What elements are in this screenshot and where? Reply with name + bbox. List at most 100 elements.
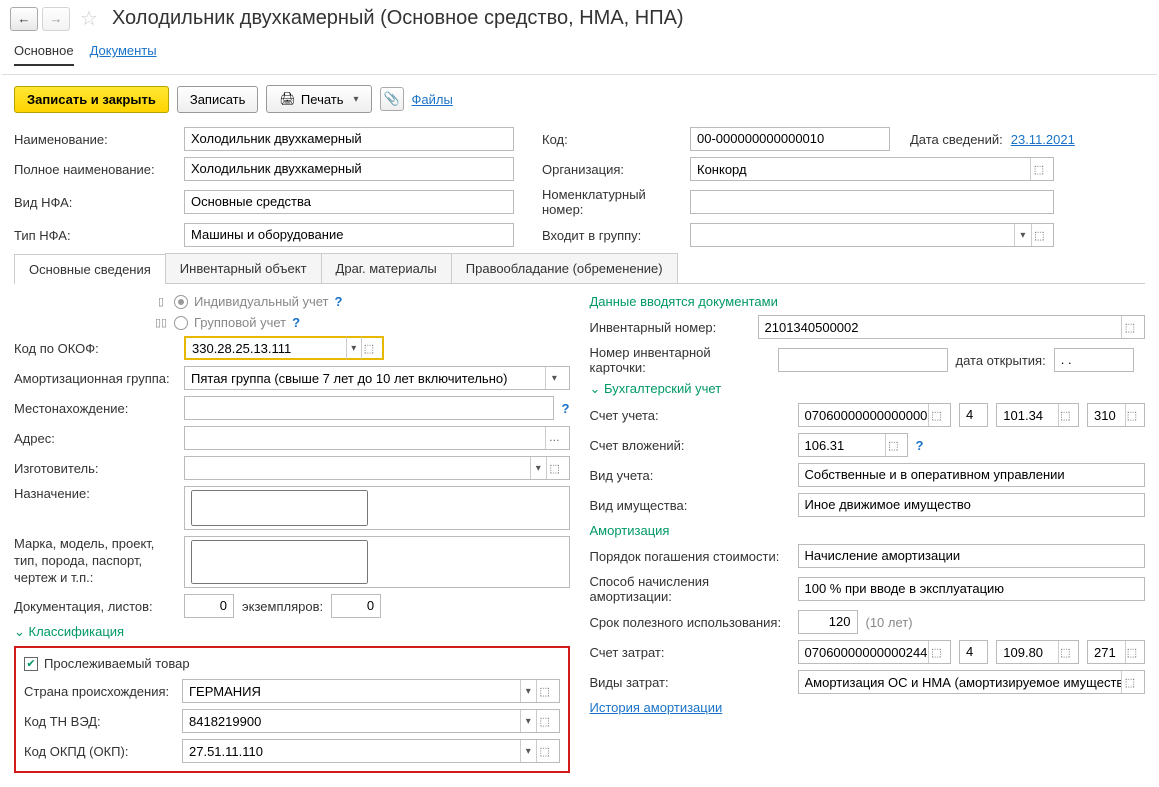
expense-seg2[interactable] [959, 640, 988, 664]
expense-seg3[interactable]: ⬚ [996, 640, 1079, 664]
account-input[interactable]: ⬚ [798, 403, 951, 427]
entered-by-docs-header: Данные вводятся документами [590, 294, 1146, 309]
help-group[interactable]: ? [292, 315, 300, 330]
repay-order-input[interactable] [798, 544, 1146, 568]
account-seg2[interactable] [959, 403, 988, 427]
docs-input[interactable] [184, 594, 234, 618]
label-brand: Марка, модель, проект, тип, порода, пасп… [14, 536, 176, 587]
address-input[interactable]: … [184, 426, 570, 450]
radio-group[interactable] [174, 316, 188, 330]
acc-type-input[interactable] [798, 463, 1146, 487]
country-input[interactable]: ▾ ⬚ [182, 679, 560, 703]
amort-history-link[interactable]: История амортизации [590, 700, 723, 715]
tnved-input[interactable]: ▾ ⬚ [182, 709, 560, 733]
brand-input[interactable] [184, 536, 570, 588]
help-invest[interactable]: ? [916, 438, 924, 453]
chevron-down-icon[interactable]: ▾ [545, 367, 562, 389]
okpd-input[interactable]: ▾ ⬚ [182, 739, 560, 763]
popup-icon[interactable]: ⬚ [1125, 641, 1138, 663]
chevron-down-icon[interactable]: ▾ [1014, 224, 1030, 246]
help-individual[interactable]: ? [335, 294, 343, 309]
page-title: Холодильник двухкамерный (Основное средс… [112, 7, 684, 30]
label-tracked: Прослеживаемый товар [44, 656, 190, 671]
accounting-header[interactable]: Бухгалтерский учет [590, 381, 1146, 397]
popup-icon[interactable]: ⬚ [1125, 404, 1138, 426]
popup-icon[interactable]: ⬚ [1058, 404, 1072, 426]
popup-icon[interactable]: ⬚ [546, 457, 562, 479]
files-link[interactable]: Файлы [412, 92, 453, 107]
help-location[interactable]: ? [562, 401, 570, 416]
section-tab-main[interactable]: Основные сведения [14, 254, 166, 284]
code-input[interactable] [690, 127, 890, 151]
save-button[interactable]: Записать [177, 86, 259, 113]
chevron-down-icon[interactable]: ▾ [520, 740, 536, 762]
back-button[interactable]: ← [10, 7, 38, 31]
tab-documents[interactable]: Документы [90, 43, 157, 66]
forward-button[interactable]: → [42, 7, 70, 31]
nom-num-input[interactable] [690, 190, 1054, 214]
chevron-down-icon[interactable]: ▾ [520, 680, 536, 702]
okof-input[interactable]: ▾ ⬚ [184, 336, 384, 360]
expense-seg4[interactable]: ⬚ [1087, 640, 1145, 664]
inv-card-num-input[interactable] [778, 348, 948, 372]
location-input[interactable] [184, 396, 554, 420]
section-tab-inv[interactable]: Инвентарный объект [165, 253, 322, 283]
in-group-input[interactable]: ▾ ⬚ [690, 223, 1054, 247]
popup-icon[interactable]: ⬚ [1058, 641, 1072, 663]
popup-icon[interactable]: ⬚ [928, 404, 944, 426]
copies-input[interactable] [331, 594, 381, 618]
useful-life-input[interactable] [798, 610, 858, 634]
label-open-date: дата открытия: [956, 353, 1046, 368]
popup-icon[interactable]: ⬚ [1121, 316, 1138, 338]
attach-button[interactable]: 📎 [380, 87, 404, 111]
section-tab-metals[interactable]: Драг. материалы [321, 253, 452, 283]
popup-icon[interactable]: ⬚ [536, 710, 552, 732]
invest-account-input[interactable]: ⬚ [798, 433, 908, 457]
account-seg3[interactable]: ⬚ [996, 403, 1079, 427]
expense-type-input[interactable]: ⬚ [798, 670, 1146, 694]
date-info-link[interactable]: 23.11.2021 [1011, 132, 1075, 147]
prop-type-input[interactable] [798, 493, 1146, 517]
popup-icon[interactable]: ⬚ [536, 740, 552, 762]
nfa-type-input[interactable] [184, 190, 514, 214]
print-button[interactable]: 🖨 Печать [266, 85, 371, 113]
label-okpd: Код ОКПД (ОКП): [24, 744, 174, 759]
single-doc-icon: ▯ [154, 295, 168, 309]
nfa-kind-input[interactable] [184, 223, 514, 247]
inv-num-input[interactable]: ⬚ [758, 315, 1146, 339]
name-input[interactable] [184, 127, 514, 151]
amort-group-input[interactable]: ▾ [184, 366, 570, 390]
label-individual: Индивидуальный учет [194, 294, 329, 309]
label-tnved: Код ТН ВЭД: [24, 714, 174, 729]
chevron-down-icon[interactable]: ▾ [346, 337, 361, 359]
amort-method-input[interactable] [798, 577, 1146, 601]
open-date-input[interactable] [1054, 348, 1134, 372]
radio-individual[interactable] [174, 295, 188, 309]
chevron-down-icon[interactable]: ▾ [530, 457, 546, 479]
org-open-icon[interactable]: ⬚ [1030, 158, 1047, 180]
org-input[interactable]: ⬚ [690, 157, 1054, 181]
tab-main[interactable]: Основное [14, 43, 74, 66]
expense-account-input[interactable]: ⬚ [798, 640, 951, 664]
favorite-star-icon[interactable]: ☆ [80, 6, 98, 31]
popup-icon[interactable]: ⬚ [1121, 671, 1138, 693]
fullname-input[interactable] [184, 157, 514, 181]
label-maker: Изготовитель: [14, 461, 176, 476]
chevron-down-icon[interactable]: ▾ [520, 710, 536, 732]
ellipsis-icon[interactable]: … [545, 427, 562, 449]
popup-icon[interactable]: ⬚ [536, 680, 552, 702]
account-seg4[interactable]: ⬚ [1087, 403, 1145, 427]
purpose-input[interactable] [184, 486, 570, 530]
maker-input[interactable]: ▾ ⬚ [184, 456, 570, 480]
save-close-button[interactable]: Записать и закрыть [14, 86, 169, 113]
classification-header[interactable]: Классификация [14, 624, 570, 640]
amort-header: Амортизация [590, 523, 1146, 538]
popup-icon[interactable]: ⬚ [928, 641, 944, 663]
popup-icon[interactable]: ⬚ [361, 337, 376, 359]
popup-icon[interactable]: ⬚ [1031, 224, 1047, 246]
popup-icon[interactable]: ⬚ [885, 434, 900, 456]
label-inv-num: Инвентарный номер: [590, 320, 750, 335]
tracked-checkbox[interactable]: ✔ [24, 657, 38, 671]
section-tab-rights[interactable]: Правообладание (обременение) [451, 253, 678, 283]
label-prop-type: Вид имущества: [590, 498, 790, 513]
